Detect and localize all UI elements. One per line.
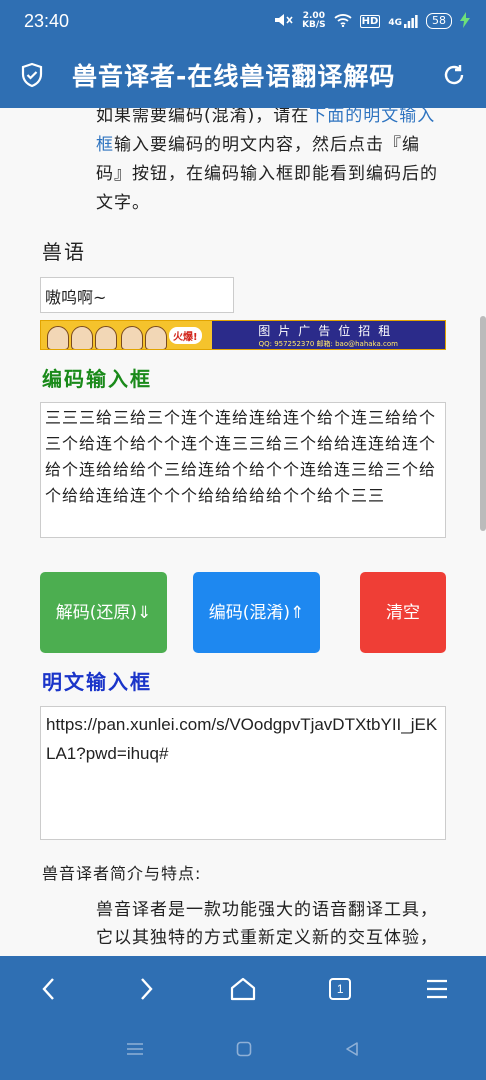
forward-icon[interactable] [126,969,166,1009]
decode-button[interactable]: 解码(还原)⇓ [40,572,167,653]
hd-badge: HD [359,14,381,28]
page-title: 兽音译者-在线兽语翻译解码 [72,62,396,91]
mute-icon [272,12,294,31]
plain-input-label: 明文输入框 [42,670,152,694]
page-scrollbar[interactable] [480,316,486,531]
tab-count: 1 [329,977,352,1000]
ad-banner[interactable]: 火爆! 图片广告位招租 QQ: 957252370 邮箱: bao@hahaka… [40,320,446,350]
charging-icon [460,11,470,31]
network-speed: 2.00 KB/S [302,11,326,30]
shield-check-icon[interactable] [18,61,46,89]
ad-cartoon-image [41,321,171,349]
system-back-icon[interactable] [344,1041,360,1061]
tabs-button[interactable]: 1 [320,969,360,1009]
ad-text: 图片广告位招租 QQ: 957252370 邮箱: bao@hahaka.com [211,321,445,349]
encode-button[interactable]: 编码(混淆)⇑ [193,572,320,653]
ad-hot-badge: 火爆! [169,326,202,344]
status-bar: 23:40 2.00 KB/S HD 4G 58 [0,0,486,42]
signal-icon: 4G [388,14,418,28]
status-time: 23:40 [24,10,70,31]
intro-paragraph: 如果需要编码(混淆)，请在下面的明文输入框输入要编码的明文内容，然后点击『编码』… [96,108,438,213]
beast-language-input[interactable]: 嗷呜啊~ [40,277,234,313]
refresh-icon[interactable] [440,61,468,89]
system-home-icon[interactable] [236,1041,252,1061]
back-icon[interactable] [29,969,69,1009]
features-title: 兽音译者简介与特点: [42,864,202,883]
page-content: 如果需要编码(混淆)，请在下面的明文输入框输入要编码的明文内容，然后点击『编码』… [0,108,486,956]
menu-icon[interactable] [417,969,457,1009]
features-body: 兽音译者是一款功能强大的语音翻译工具，它以其独特的方式重新定义新的交互体验，带来… [96,900,438,948]
app-bar: 兽音译者-在线兽语翻译解码 [0,42,486,108]
clear-button[interactable]: 清空 [360,572,446,653]
wifi-icon [334,13,352,30]
plain-input-textarea[interactable]: https://pan.xunlei.com/s/VOodgpvTjavDTXt… [40,706,446,840]
encoded-input-textarea[interactable]: 三三三给三给三个连个连给连给连个给个连三给给个三个给连个给个个连个连三三给三个给… [40,402,446,538]
encoded-input-label: 编码输入框 [42,367,152,391]
battery-indicator: 58 [426,13,452,29]
system-nav-bar [0,1021,486,1080]
status-icons: 2.00 KB/S HD 4G 58 [272,11,470,31]
beast-label: 兽语 [42,240,86,264]
home-icon[interactable] [223,969,263,1009]
browser-bottom-nav: 1 [0,956,486,1021]
recent-apps-icon[interactable] [126,1041,144,1060]
